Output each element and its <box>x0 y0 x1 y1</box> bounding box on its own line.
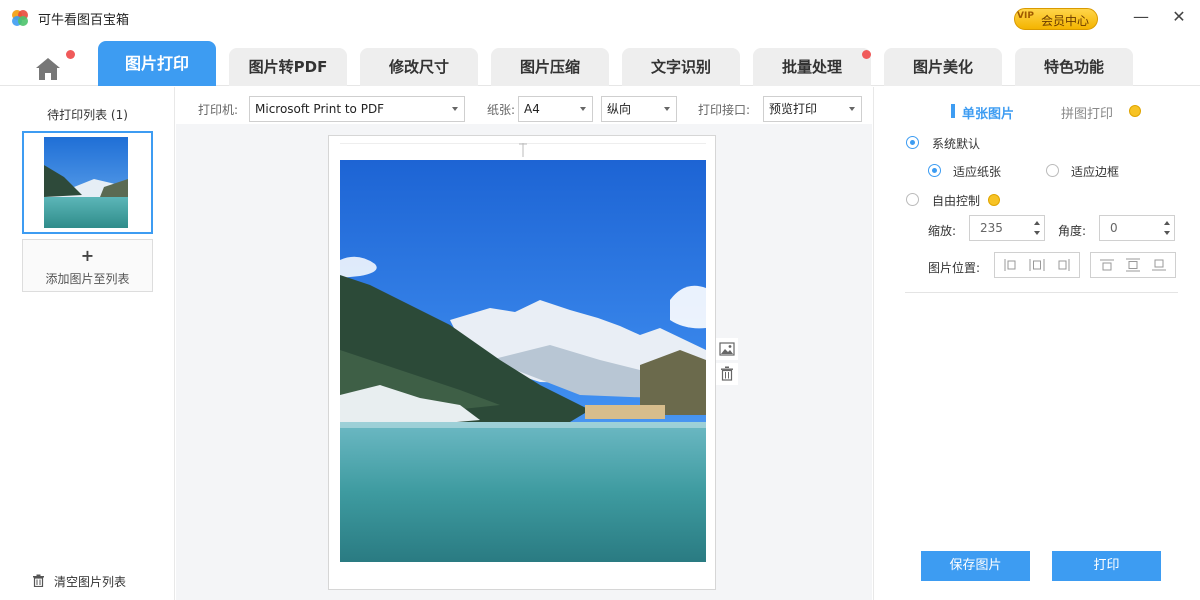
angle-value: 0 <box>1110 221 1118 235</box>
chevron-up-icon[interactable] <box>1164 221 1170 225</box>
trash-icon <box>33 574 44 587</box>
close-button[interactable]: ✕ <box>1164 4 1194 30</box>
print-list-panel: 待打印列表 (1) + 添加图片至列表 清空图片列表 <box>0 87 175 600</box>
tab-special[interactable]: 特色功能 <box>1015 48 1133 86</box>
app-title: 可牛看图百宝箱 <box>38 13 130 28</box>
fit-border-label: 适应边框 <box>1071 165 1120 179</box>
paper-top-marker-icon <box>519 143 527 157</box>
delete-image-button[interactable] <box>716 363 738 385</box>
home-icon[interactable] <box>30 54 66 84</box>
system-default-label: 系统默认 <box>932 137 981 151</box>
trash-icon <box>721 366 733 381</box>
paper-size-value: A4 <box>524 102 540 116</box>
title-bar: 可牛看图百宝箱 VIP 会员中心 — ✕ <box>0 0 1200 36</box>
chevron-up-icon[interactable] <box>1034 221 1040 225</box>
orientation-value: 纵向 <box>607 102 632 116</box>
print-interface-value: 预览打印 <box>769 102 818 116</box>
printer-label: 打印机: <box>198 103 239 117</box>
scale-label: 缩放: <box>928 224 957 238</box>
tab-collage-print[interactable]: 拼图打印 <box>1061 103 1113 122</box>
align-center-horizontal-icon[interactable] <box>1029 258 1045 272</box>
tab-batch[interactable]: 批量处理 <box>753 48 871 86</box>
chevron-down-icon <box>580 107 586 111</box>
print-list-title: 待打印列表 (1) <box>47 108 128 122</box>
save-image-button[interactable]: 保存图片 <box>921 551 1030 581</box>
tab-compress[interactable]: 图片压缩 <box>491 48 609 86</box>
align-bottom-icon[interactable] <box>1151 258 1167 272</box>
free-control-radio[interactable] <box>906 193 919 206</box>
angle-input[interactable]: 0 <box>1099 215 1175 241</box>
vertical-align-group <box>1090 252 1176 278</box>
settings-panel <box>873 87 1200 600</box>
thumbnail-image <box>44 137 128 228</box>
list-item-thumbnail[interactable] <box>22 131 153 234</box>
tab-ocr[interactable]: 文字识别 <box>622 48 740 86</box>
print-interface-select[interactable]: 预览打印 <box>763 96 862 122</box>
vip-center-button[interactable]: VIP 会员中心 <box>1014 8 1098 30</box>
align-top-icon[interactable] <box>1099 258 1115 272</box>
fit-paper-radio[interactable] <box>928 164 941 177</box>
vip-coin-icon <box>988 194 1000 206</box>
replace-image-button[interactable] <box>716 338 738 360</box>
notification-dot <box>66 50 75 59</box>
paper-size-select[interactable]: A4 <box>518 96 593 122</box>
angle-label: 角度: <box>1058 224 1087 238</box>
printer-select[interactable]: Microsoft Print to PDF <box>249 96 465 122</box>
chevron-down-icon <box>849 107 855 111</box>
chevron-down-icon <box>452 107 458 111</box>
scale-value: 235 <box>980 221 1003 235</box>
tab-beautify[interactable]: 图片美化 <box>884 48 1002 86</box>
fit-paper-label: 适应纸张 <box>953 165 1002 179</box>
settings-divider <box>905 292 1178 293</box>
free-control-label: 自由控制 <box>932 194 981 208</box>
align-right-icon[interactable] <box>1055 258 1071 272</box>
clear-list-label: 清空图片列表 <box>54 575 127 589</box>
system-default-radio[interactable] <box>906 136 919 149</box>
print-button[interactable]: 打印 <box>1052 551 1161 581</box>
print-interface-label: 打印接口: <box>698 103 751 117</box>
paper-label: 纸张: <box>487 103 516 117</box>
chevron-down-icon[interactable] <box>1164 231 1170 235</box>
preview-photo[interactable] <box>340 160 706 562</box>
plus-icon: + <box>80 246 95 265</box>
chevron-down-icon[interactable] <box>1034 231 1040 235</box>
fit-border-radio[interactable] <box>1046 164 1059 177</box>
chevron-down-icon <box>664 107 670 111</box>
tab-image-to-pdf[interactable]: 图片转PDF <box>229 48 347 86</box>
tab-resize[interactable]: 修改尺寸 <box>360 48 478 86</box>
horizontal-align-group <box>994 252 1080 278</box>
align-left-icon[interactable] <box>1003 258 1019 272</box>
notification-dot <box>862 50 871 59</box>
image-position-label: 图片位置: <box>928 261 981 275</box>
vip-center-label: 会员中心 <box>1041 14 1090 28</box>
add-image-label: 添加图片至列表 <box>45 272 130 286</box>
align-center-vertical-icon[interactable] <box>1125 258 1141 272</box>
tab-bar: 图片打印 图片转PDF 修改尺寸 图片压缩 文字识别 批量处理 图片美化 特色功… <box>0 36 1200 86</box>
add-image-button[interactable]: + 添加图片至列表 <box>22 239 153 292</box>
active-tab-indicator <box>951 104 955 118</box>
app-logo-icon <box>12 10 28 26</box>
vip-tag: VIP <box>1017 11 1034 21</box>
scale-input[interactable]: 235 <box>969 215 1045 241</box>
printer-value: Microsoft Print to PDF <box>255 102 385 116</box>
minimize-button[interactable]: — <box>1126 4 1156 30</box>
image-replace-icon <box>719 342 735 356</box>
orientation-select[interactable]: 纵向 <box>601 96 677 122</box>
tab-image-print[interactable]: 图片打印 <box>98 41 216 86</box>
vip-coin-icon <box>1129 105 1141 117</box>
tab-single-image[interactable]: 单张图片 <box>962 103 1014 122</box>
